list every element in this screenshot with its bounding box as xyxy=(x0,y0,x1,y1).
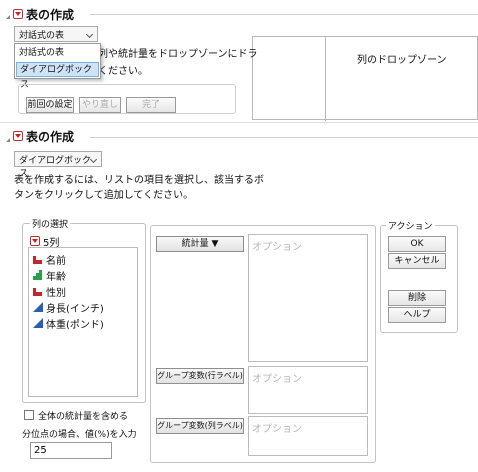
instructions-line-2: タンをクリックして追加してください。 xyxy=(14,190,194,201)
statistics-list[interactable] xyxy=(248,234,368,362)
statistics-role-label: 統計量 xyxy=(181,239,209,249)
chevron-down-icon xyxy=(89,155,98,164)
mode-dropdown-menu: 対話式の表 ダイアログボックス xyxy=(14,43,101,90)
column-item[interactable]: 体重(ポンド) xyxy=(46,316,104,331)
group-row-label-button[interactable]: グループ変数(行ラベル) xyxy=(156,368,244,384)
menu-item-dialog[interactable]: ダイアログボックス xyxy=(16,62,99,90)
disclosure-icon[interactable] xyxy=(6,138,10,142)
previous-settings-button[interactable]: 前回の設定 xyxy=(26,97,74,113)
drop-zone-label[interactable]: 列のドロップゾーン xyxy=(357,51,447,66)
column-item[interactable]: 身長(インチ) xyxy=(46,300,104,315)
group-column-placeholder: オプション xyxy=(252,424,302,435)
chevron-down-icon xyxy=(85,30,94,39)
ok-button[interactable]: OK xyxy=(388,236,446,252)
help-button[interactable]: ヘルプ xyxy=(388,307,446,323)
menu-item-interactive[interactable]: 対話式の表 xyxy=(16,46,99,61)
nominal-icon xyxy=(33,254,43,264)
group-row-placeholder: オプション xyxy=(252,374,302,385)
remove-button[interactable]: 削除 xyxy=(388,290,446,306)
actions-label: アクション xyxy=(386,219,435,232)
red-triangle-menu-icon[interactable] xyxy=(13,131,23,141)
nominal-icon xyxy=(33,286,43,296)
disclosure-icon[interactable] xyxy=(6,15,10,19)
section-separator xyxy=(0,122,478,123)
redo-button[interactable]: やり直し xyxy=(79,97,121,113)
continuous-icon xyxy=(33,302,43,312)
done-button[interactable]: 完了 xyxy=(126,97,176,113)
group-column-label-button[interactable]: グループ変数(列ラベル) xyxy=(156,418,244,434)
mode-select[interactable]: 対話式の表 xyxy=(14,26,98,42)
dropdown-triangle-icon: ▼ xyxy=(211,239,219,249)
ordinal-icon xyxy=(33,270,43,280)
drop-zone-frame: 列のドロップゾーン xyxy=(252,36,478,121)
continuous-icon xyxy=(33,318,43,328)
column-list-menu-icon[interactable] xyxy=(30,236,40,246)
column-select-label: 列の選択 xyxy=(30,217,71,230)
title-divider xyxy=(90,14,478,15)
instructions-line-1: 表を作成するには、リストの項目を選択し、該当するボ xyxy=(14,175,264,186)
mode-select[interactable]: ダイアログボックス xyxy=(14,151,102,179)
title-divider xyxy=(90,137,478,138)
column-item[interactable]: 名前 xyxy=(46,252,66,267)
drop-zone-divider xyxy=(325,37,326,121)
red-triangle-menu-icon[interactable] xyxy=(13,9,23,19)
hint-text-1: 列や統計量をドロップゾーンにドラ xyxy=(98,49,258,60)
statistics-placeholder: オプション xyxy=(252,242,302,253)
quantile-label: 分位点の場合、値(%)を入力 xyxy=(22,430,137,440)
column-item[interactable]: 年齢 xyxy=(46,268,66,283)
statistics-role-button[interactable]: 統計量 ▼ xyxy=(156,236,244,252)
section-title: 表の作成 xyxy=(26,130,75,144)
section-title: 表の作成 xyxy=(26,8,75,22)
column-item[interactable]: 性別 xyxy=(46,284,66,299)
hint-text-2: ください。 xyxy=(98,66,148,77)
include-overall-checkbox[interactable] xyxy=(24,410,34,420)
quantile-input[interactable] xyxy=(30,442,112,459)
include-overall-label: 全体の統計量を含める xyxy=(38,412,129,422)
mode-select-value: 対話式の表 xyxy=(19,31,65,41)
cancel-button[interactable]: キャンセル xyxy=(388,253,446,269)
